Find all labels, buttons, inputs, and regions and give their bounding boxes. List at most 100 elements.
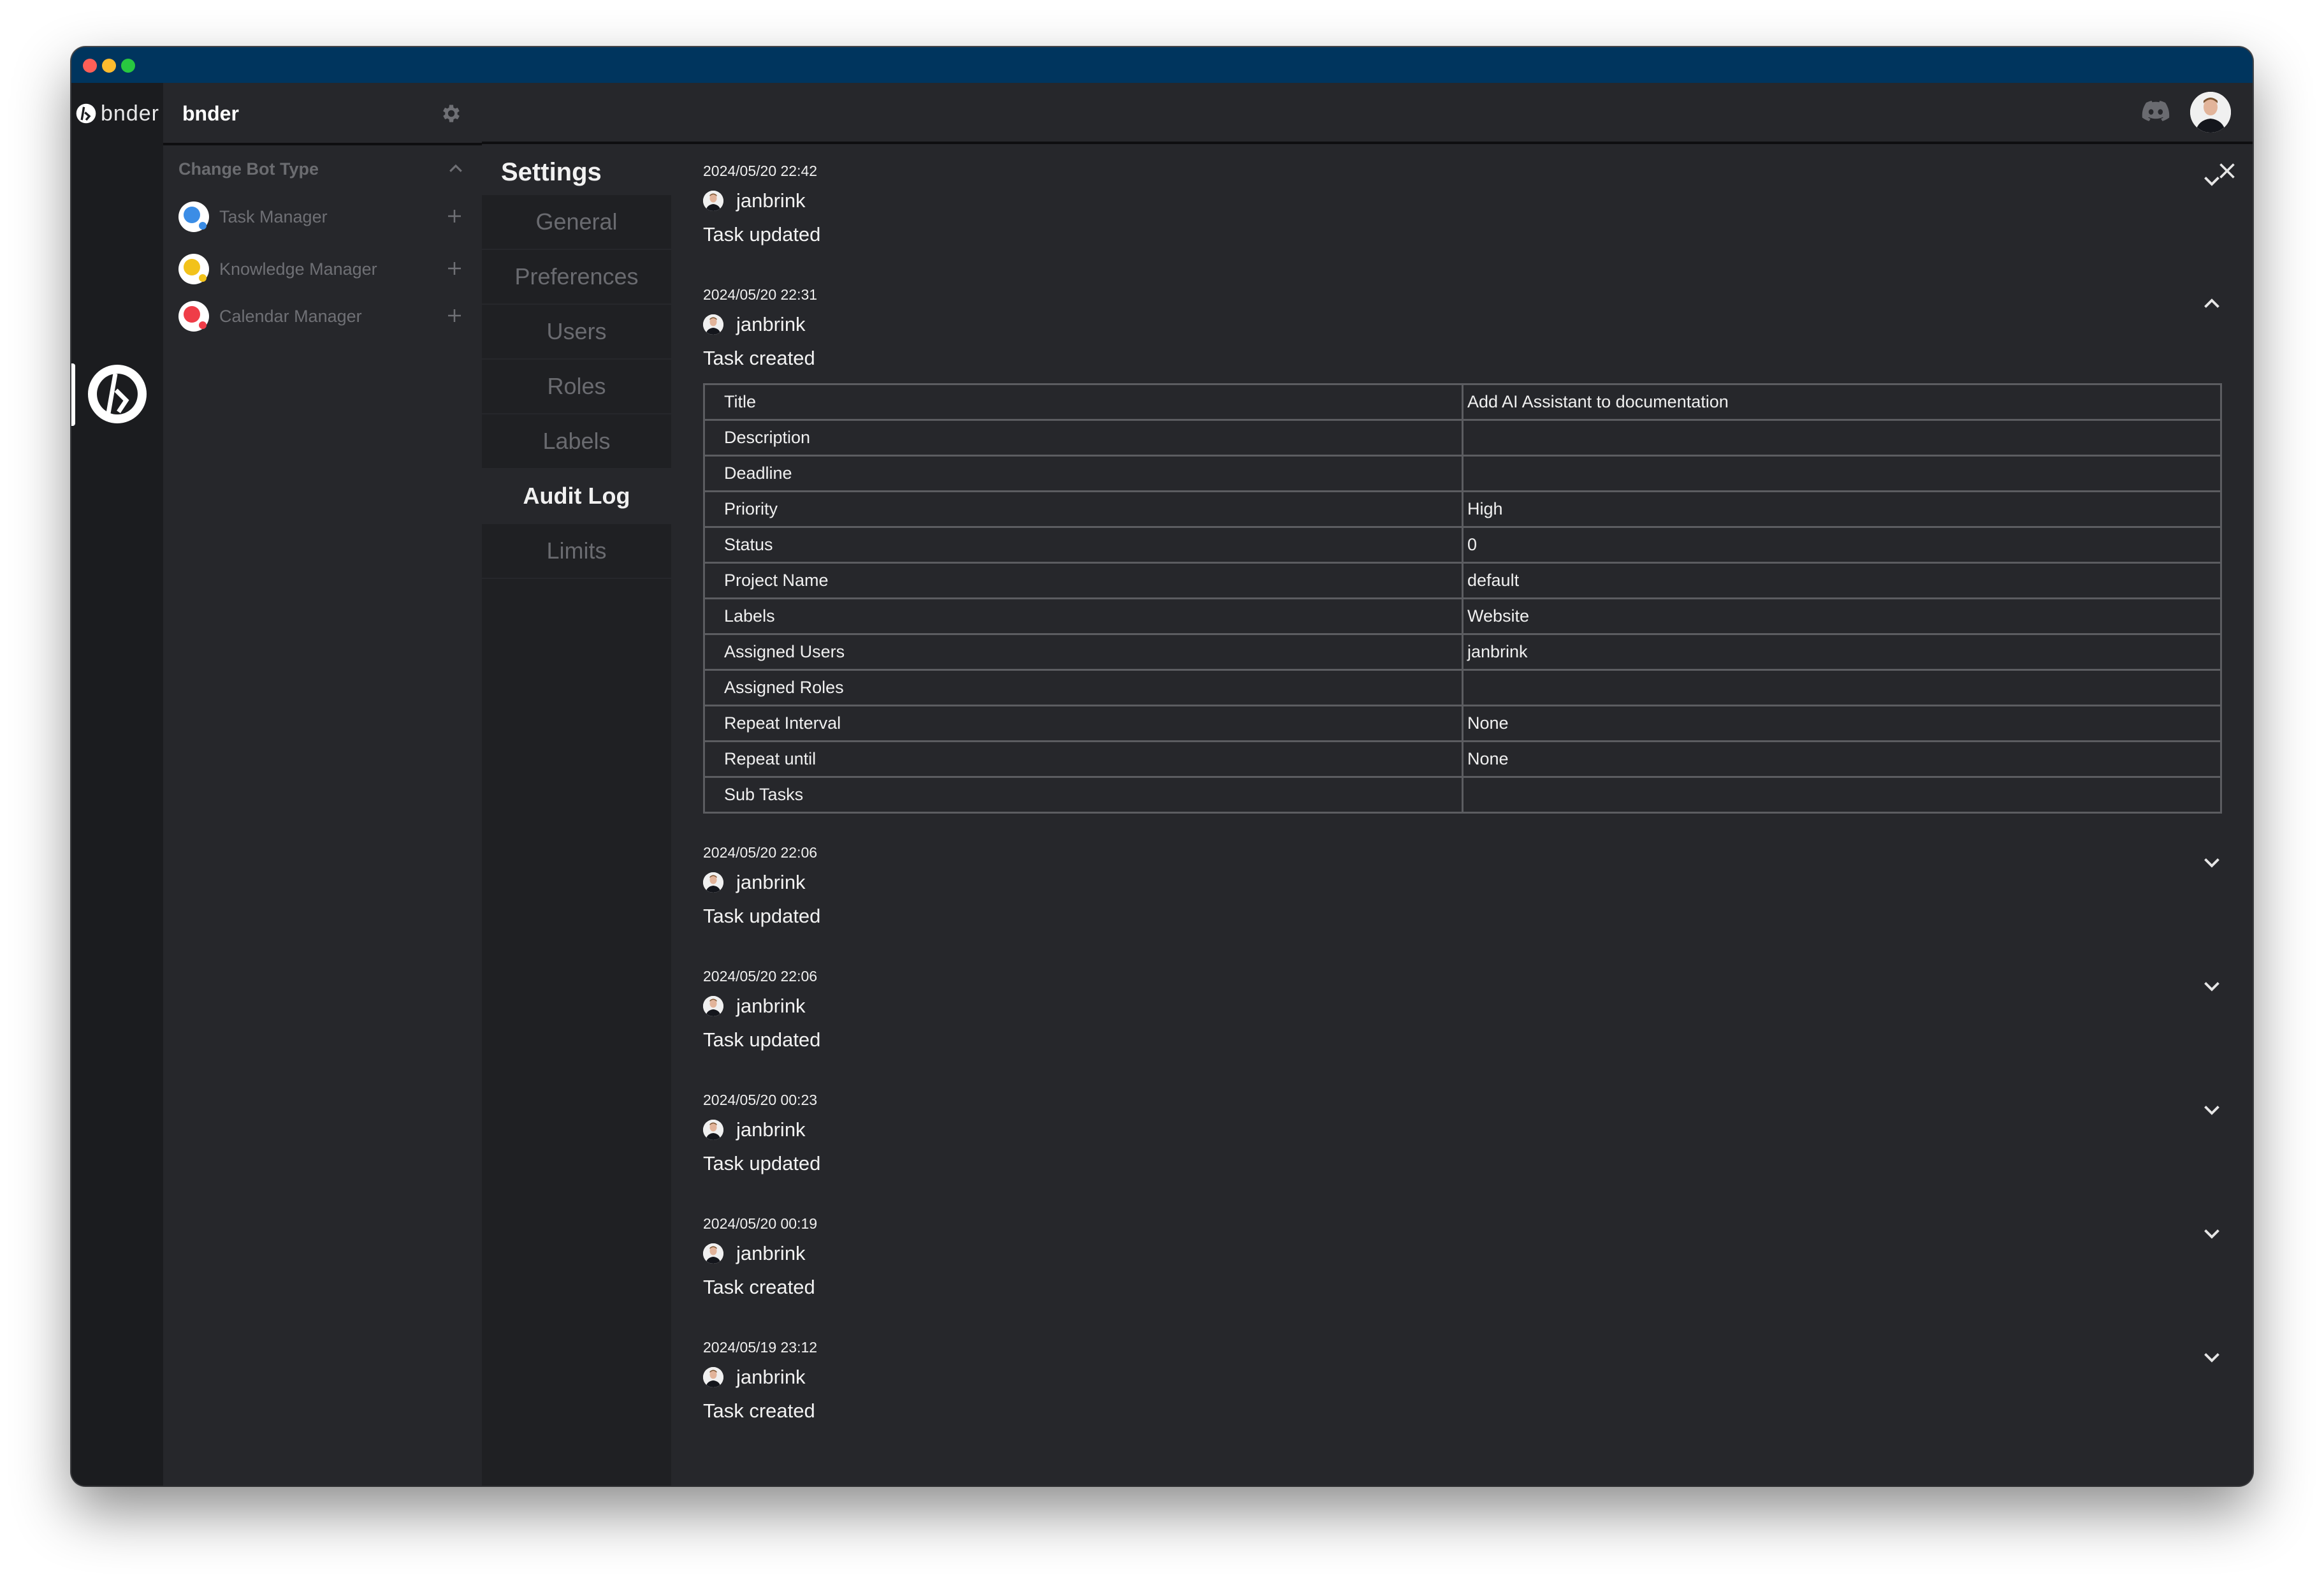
log-action: Task created xyxy=(703,1276,815,1298)
detail-key: Deadline xyxy=(703,455,1463,492)
chevron-up-icon[interactable] xyxy=(2200,293,2223,316)
detail-value: 0 xyxy=(1462,526,2222,564)
table-row: Project Name default xyxy=(703,562,2222,599)
bot-item-task-manager[interactable]: Task Manager xyxy=(178,199,465,235)
detail-key: Project Name xyxy=(703,562,1463,599)
user-avatar-small xyxy=(703,191,723,211)
table-row: Sub Tasks xyxy=(703,776,2222,814)
user-avatar[interactable] xyxy=(2190,92,2231,133)
top-header xyxy=(482,83,2253,144)
log-action: Task created xyxy=(703,1400,815,1422)
tab-roles[interactable]: Roles xyxy=(482,360,671,414)
chevron-up-icon[interactable] xyxy=(446,159,465,179)
log-username: janbrink xyxy=(736,995,806,1017)
user-avatar-small xyxy=(703,1367,723,1387)
log-username: janbrink xyxy=(736,189,806,212)
user-photo-icon xyxy=(2190,92,2231,133)
detail-key: Assigned Users xyxy=(703,633,1463,671)
log-timestamp: 2024/05/20 22:31 xyxy=(703,286,818,303)
bot-type-panel: Change Bot Type Task Manager Knowledge M… xyxy=(163,145,482,1486)
log-user: janbrink xyxy=(703,308,2223,341)
tab-labels[interactable]: Labels xyxy=(482,414,671,469)
add-icon[interactable] xyxy=(445,259,464,278)
audit-log-entry[interactable]: 2024/05/20 22:06 janbrink Task updated xyxy=(703,843,2223,967)
audit-log-entry[interactable]: 2024/05/20 00:23 janbrink Task updated xyxy=(703,1090,2223,1214)
chevron-down-icon[interactable] xyxy=(2200,1098,2223,1121)
log-timestamp: 2024/05/20 22:42 xyxy=(703,163,818,179)
bnder-logo-icon xyxy=(76,103,96,124)
detail-key: Labels xyxy=(703,597,1463,635)
audit-log-entry[interactable]: 2024/05/20 22:31 janbrink Task created T… xyxy=(703,285,2223,814)
settings-nav-list: General Preferences Users Roles Labels A… xyxy=(482,195,671,1486)
discord-icon[interactable] xyxy=(2142,101,2170,122)
rail-active-indicator xyxy=(71,363,75,426)
bot-item-calendar-manager[interactable]: Calendar Manager xyxy=(178,298,465,334)
maximize-window-button[interactable] xyxy=(121,59,135,73)
bnder-workspace-icon[interactable] xyxy=(87,363,148,425)
bot-item-knowledge-manager[interactable]: Knowledge Manager xyxy=(178,251,465,287)
tab-general[interactable]: General xyxy=(482,195,671,250)
window-titlebar xyxy=(71,47,2253,83)
log-user: janbrink xyxy=(703,1361,2223,1394)
log-username: janbrink xyxy=(736,1366,806,1388)
user-avatar-small xyxy=(703,314,723,335)
log-user: janbrink xyxy=(703,1237,2223,1270)
table-row: Title Add AI Assistant to documentation xyxy=(703,383,2222,421)
user-photo-icon xyxy=(703,314,723,335)
table-row: Description xyxy=(703,419,2222,457)
bot-label: Task Manager xyxy=(219,207,328,226)
tab-limits[interactable]: Limits xyxy=(482,524,671,579)
log-timestamp: 2024/05/20 00:19 xyxy=(703,1215,818,1232)
log-timestamp: 2024/05/20 22:06 xyxy=(703,968,818,984)
user-avatar-small xyxy=(703,1243,723,1264)
detail-value: janbrink xyxy=(1462,633,2222,671)
table-row: Deadline xyxy=(703,455,2222,492)
add-icon[interactable] xyxy=(445,306,464,325)
user-photo-icon xyxy=(703,996,723,1016)
audit-log-entry[interactable]: 2024/05/20 22:06 janbrink Task updated xyxy=(703,967,2223,1090)
audit-log-entry[interactable]: 2024/05/20 00:19 janbrink Task created xyxy=(703,1214,2223,1338)
audit-log-list: 2024/05/20 22:42 janbrink Task updated 2… xyxy=(703,161,2223,1461)
detail-value xyxy=(1462,419,2222,457)
detail-key: Priority xyxy=(703,490,1463,528)
detail-value: Add AI Assistant to documentation xyxy=(1462,383,2222,421)
chevron-down-icon[interactable] xyxy=(2200,1222,2223,1245)
minimize-window-button[interactable] xyxy=(102,59,116,73)
tab-users[interactable]: Users xyxy=(482,305,671,360)
log-user: janbrink xyxy=(703,1113,2223,1146)
user-avatar-small xyxy=(703,872,723,893)
detail-value xyxy=(1462,669,2222,706)
settings-nav: Settings General Preferences Users Roles… xyxy=(482,145,671,1486)
log-user: janbrink xyxy=(703,184,2223,217)
log-user: janbrink xyxy=(703,866,2223,899)
brand-logo: bnder xyxy=(71,83,163,144)
table-row: Repeat Interval None xyxy=(703,705,2222,742)
sidebar-header: bnder xyxy=(163,83,482,144)
log-action: Task updated xyxy=(703,223,821,245)
log-timestamp: 2024/05/20 22:06 xyxy=(703,844,818,861)
log-username: janbrink xyxy=(736,313,806,335)
bot-label: Knowledge Manager xyxy=(219,259,377,279)
detail-value: High xyxy=(1462,490,2222,528)
table-row: Assigned Roles xyxy=(703,669,2222,706)
table-row: Priority High xyxy=(703,490,2222,528)
user-photo-icon xyxy=(703,1120,723,1140)
log-action: Task created xyxy=(703,347,815,369)
audit-log-entry[interactable]: 2024/05/19 23:12 janbrink Task created xyxy=(703,1338,2223,1461)
chevron-down-icon[interactable] xyxy=(2200,851,2223,874)
chevron-down-icon[interactable] xyxy=(2200,169,2223,192)
gear-icon[interactable] xyxy=(440,102,463,125)
detail-value: default xyxy=(1462,562,2222,599)
tab-preferences[interactable]: Preferences xyxy=(482,250,671,305)
log-timestamp: 2024/05/20 00:23 xyxy=(703,1092,818,1108)
detail-value xyxy=(1462,455,2222,492)
add-icon[interactable] xyxy=(445,207,464,226)
log-username: janbrink xyxy=(736,1118,806,1141)
chevron-down-icon[interactable] xyxy=(2200,1345,2223,1368)
audit-log-entry[interactable]: 2024/05/20 22:42 janbrink Task updated xyxy=(703,161,2223,285)
chevron-down-icon[interactable] xyxy=(2200,974,2223,997)
log-timestamp: 2024/05/19 23:12 xyxy=(703,1339,818,1356)
detail-key: Status xyxy=(703,526,1463,564)
tab-audit-log[interactable]: Audit Log xyxy=(482,469,671,524)
close-window-button[interactable] xyxy=(83,59,97,73)
